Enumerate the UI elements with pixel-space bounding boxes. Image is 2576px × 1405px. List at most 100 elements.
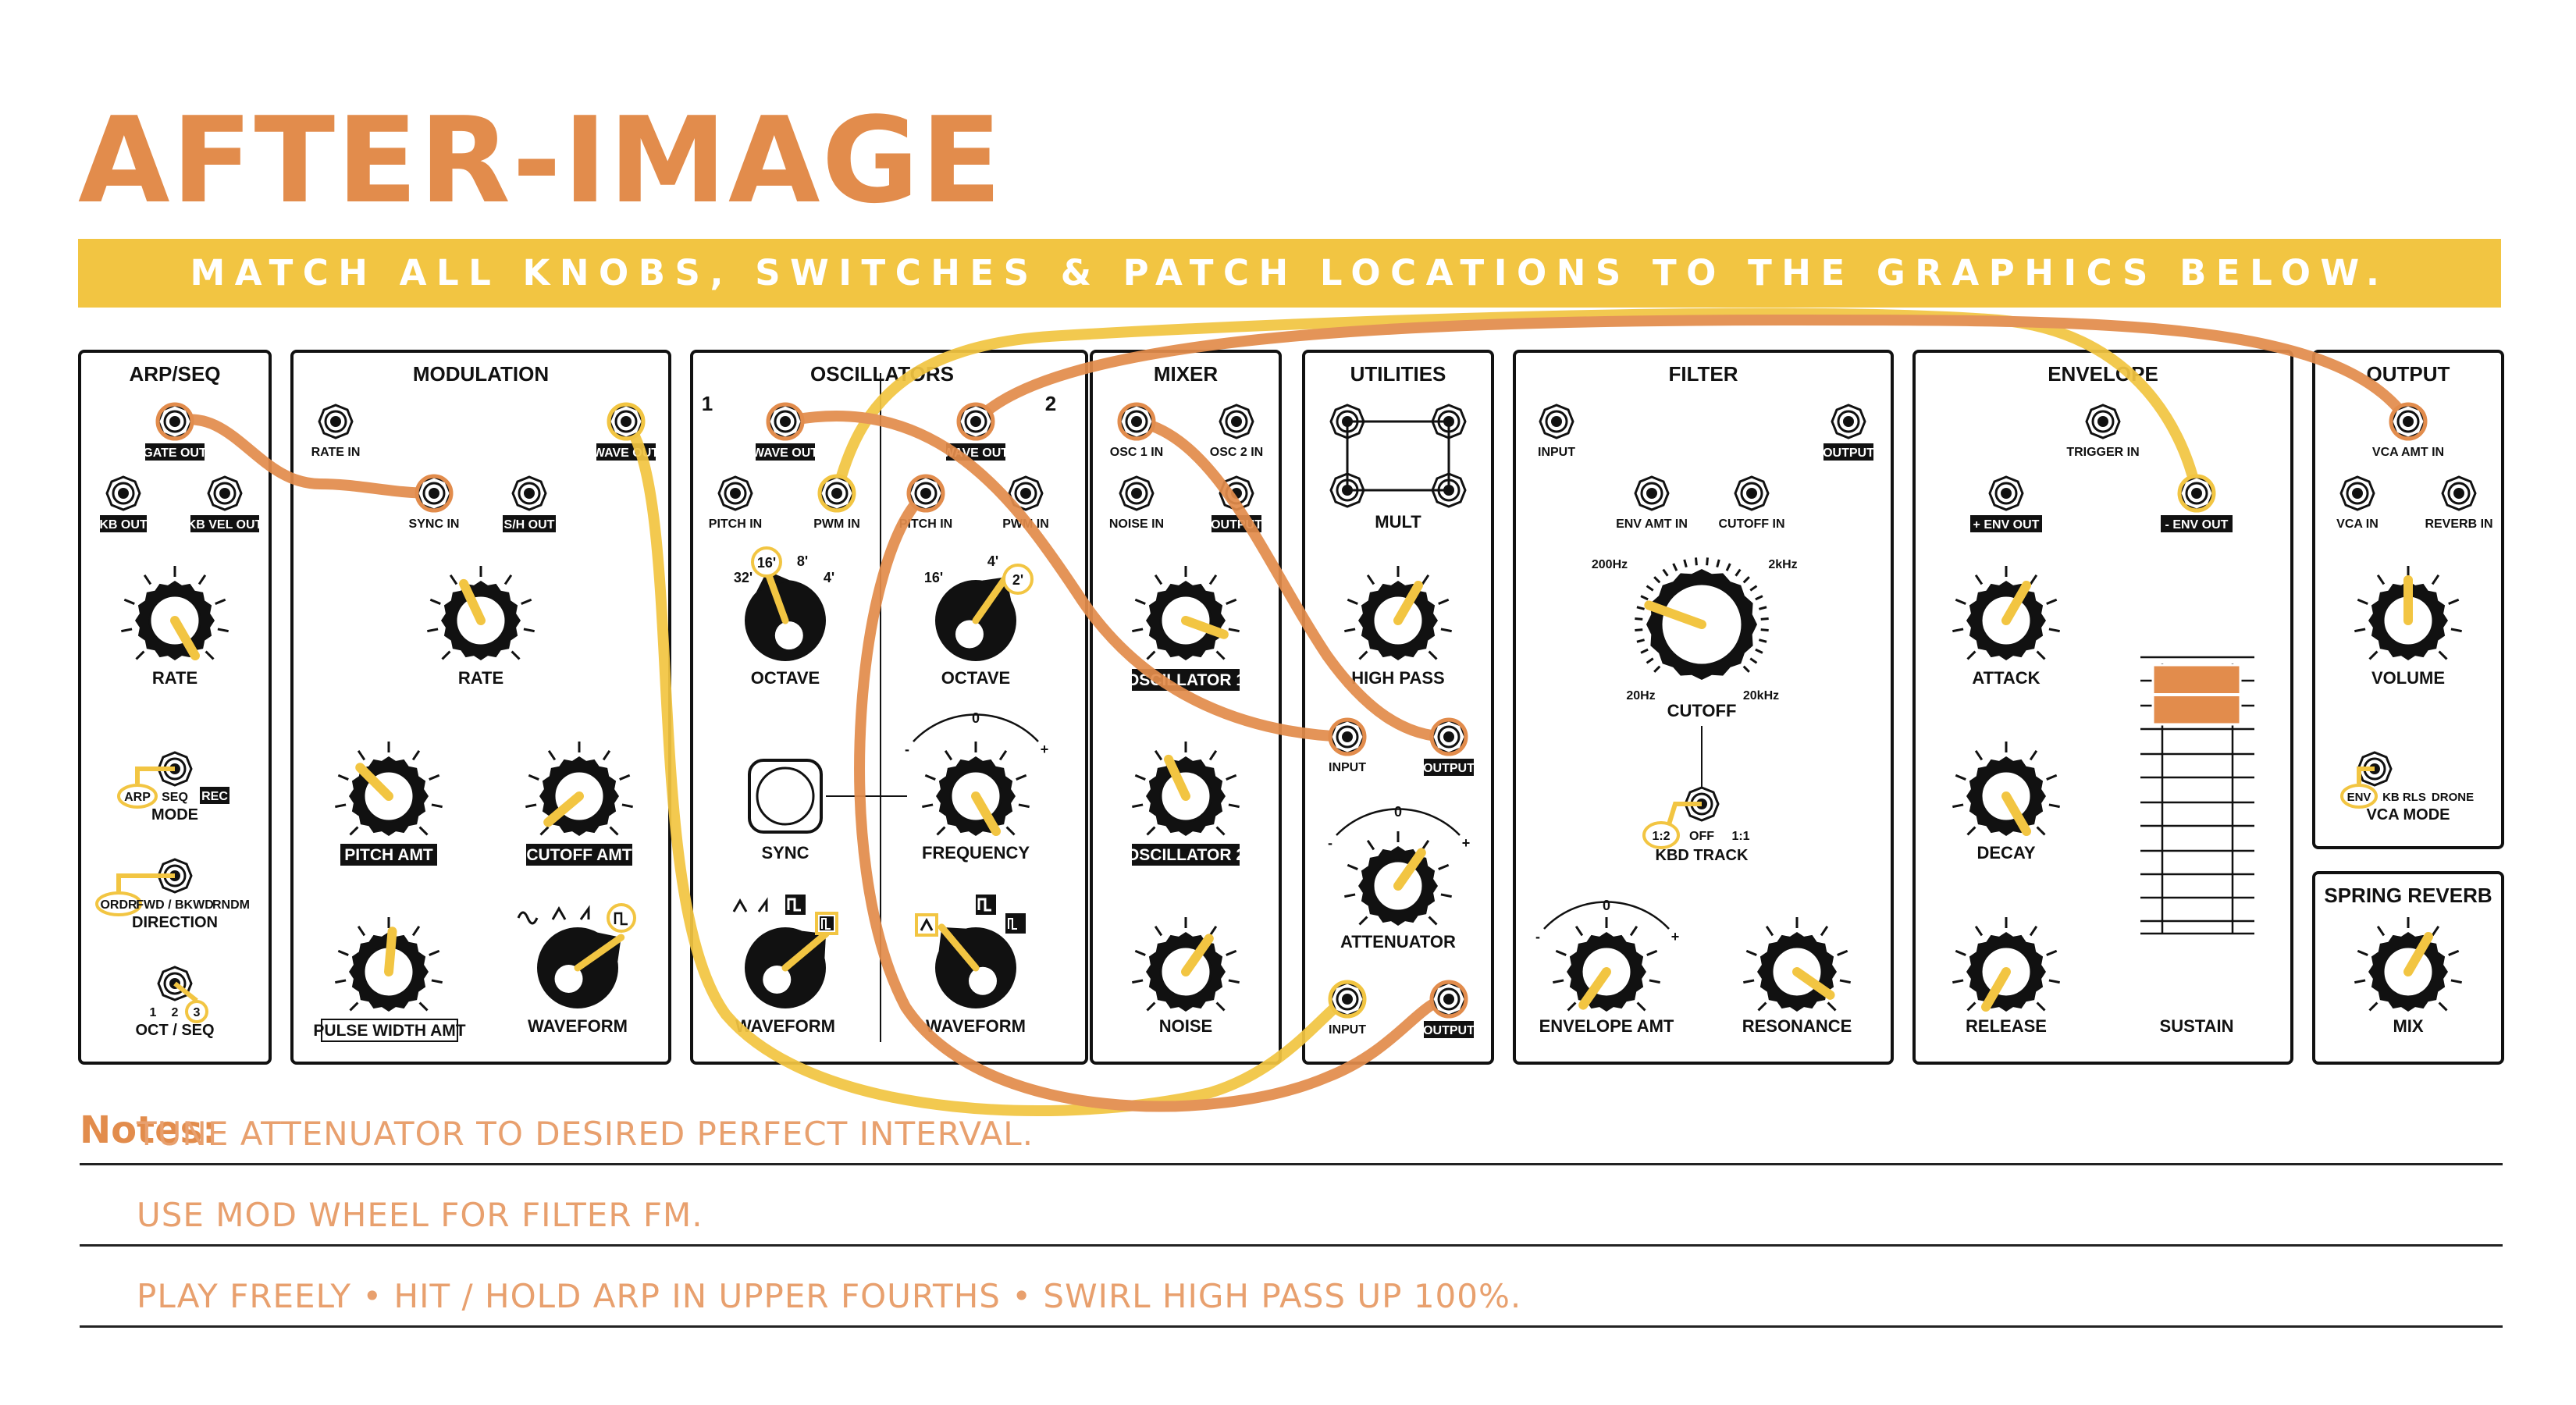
- arp-rate-knob[interactable]: [121, 566, 229, 661]
- oscillator2-knob[interactable]: [1132, 742, 1240, 836]
- knob-label-volume: VOLUME: [2371, 668, 2445, 688]
- label-trigger-in: TRIGGER IN: [2066, 446, 2139, 459]
- pitch-amt-knob[interactable]: [335, 742, 443, 836]
- switch-1-2: 1:2: [1652, 830, 1670, 843]
- sync-button[interactable]: [748, 759, 823, 834]
- jack-cutoff-in[interactable]: [1734, 475, 1770, 511]
- att-plus: +: [1462, 835, 1471, 851]
- knob-label-attack: ATTACK: [1972, 668, 2040, 688]
- knob-label-mod-rate: RATE: [458, 668, 503, 688]
- label-reverb-in: REVERB IN: [2425, 518, 2492, 531]
- decay-knob[interactable]: [1952, 742, 2060, 837]
- knob-label-cutoff: CUTOFF: [1667, 701, 1737, 720]
- release-knob[interactable]: [1952, 917, 2060, 1012]
- envamt-zero: 0: [1603, 898, 1610, 913]
- freq-minus: -: [905, 742, 909, 757]
- label-kb-vel-out: KB VEL OUT: [187, 518, 263, 532]
- oscillator1-knob[interactable]: [1132, 566, 1240, 660]
- resonance-knob[interactable]: [1743, 917, 1851, 1012]
- label-kb-out: KB OUT: [99, 518, 148, 532]
- jack-filter-input[interactable]: [1539, 404, 1574, 439]
- freq-zero: 0: [972, 710, 980, 726]
- osc2-waveform-knob[interactable]: [935, 923, 1016, 1008]
- saw-wave-icon: [579, 905, 590, 920]
- osc2-octave-knob[interactable]: [935, 573, 1016, 661]
- osc1-oct-4: 4': [824, 570, 834, 585]
- label-osc1-wave-out: WAVE OUT: [753, 446, 818, 460]
- notes-rule-2: [80, 1244, 2503, 1247]
- label-mod-wave-out: WAVE OUT: [593, 446, 659, 460]
- osc2-oct-2-highlight: 2': [1002, 564, 1034, 595]
- jack-plus-env-out[interactable]: [1988, 475, 2024, 511]
- knob-label-arp-rate: RATE: [152, 668, 197, 688]
- label-vca-in: VCA IN: [2336, 518, 2379, 531]
- switch-drone: DRONE: [2432, 791, 2474, 804]
- jack-filter-output[interactable]: [1831, 404, 1866, 439]
- switch-two: 2: [172, 1006, 179, 1019]
- knob-label-osc1-octave: OCTAVE: [751, 668, 820, 688]
- cutoff-amt-knob[interactable]: [525, 742, 633, 836]
- jack-osc2-in[interactable]: [1219, 404, 1254, 439]
- mix-knob[interactable]: [2354, 917, 2462, 1012]
- knob-label-pulse-width-amt: PULSE WIDTH AMT: [313, 1022, 465, 1040]
- knob-label-noise: NOISE: [1159, 1016, 1212, 1036]
- jack-env-amt-in[interactable]: [1634, 475, 1670, 511]
- osc1-oct-32: 32': [734, 570, 753, 585]
- switch-rec: REC: [201, 790, 228, 803]
- frequency-knob[interactable]: [922, 742, 1030, 837]
- osc1-number: 1: [702, 392, 713, 415]
- label-att-input: INPUT: [1329, 1023, 1366, 1037]
- jack-kb-vel-out[interactable]: [207, 475, 243, 511]
- mod-rate-knob[interactable]: [427, 566, 535, 660]
- label-hp-input: INPUT: [1329, 761, 1366, 774]
- jack-noise-in[interactable]: [1119, 475, 1155, 511]
- jack-trigger-in[interactable]: [2085, 404, 2121, 439]
- switch-ordr: ORDR: [100, 898, 137, 912]
- jack-sh-out[interactable]: [511, 475, 547, 511]
- osc1-oct-16-highlight: 16': [751, 546, 782, 578]
- label-osc1-in: OSC 1 IN: [1110, 446, 1163, 459]
- panel-title-modulation: MODULATION: [413, 362, 549, 386]
- noise-knob[interactable]: [1132, 917, 1240, 1012]
- filter-cutoff-knob[interactable]: [1635, 557, 1769, 680]
- jack-vca-in[interactable]: [2339, 475, 2375, 511]
- jack-rate-in[interactable]: [318, 404, 354, 439]
- knob-label-mix: MIX: [2393, 1016, 2423, 1036]
- switch-kbd-track: KBD TRACK: [1656, 847, 1749, 864]
- panel-title-arp-seq: ARP/SEQ: [129, 362, 220, 386]
- knob-label-cutoff-amt: CUTOFF AMT: [526, 846, 632, 864]
- switch-seq: SEQ: [162, 791, 188, 804]
- cable-pwm-to-minus-env: [831, 308, 2202, 499]
- jack-osc1-pitch-in[interactable]: [717, 475, 753, 511]
- knob-label-osc2-octave: OCTAVE: [941, 668, 1010, 688]
- high-pass-knob[interactable]: [1344, 566, 1452, 660]
- jack-kb-out[interactable]: [105, 475, 141, 511]
- panel-title-output: OUTPUT: [2367, 362, 2450, 386]
- osc1-octave-knob[interactable]: [745, 567, 826, 661]
- switch-three: 3: [194, 1006, 201, 1019]
- panel-title-utilities: UTILITIES: [1350, 362, 1446, 386]
- att-minus: -: [1328, 835, 1332, 851]
- switch-kb-rls: KB RLS: [2382, 791, 2426, 804]
- triangle-wave-icon: [551, 905, 567, 920]
- envamt-plus: +: [1671, 929, 1680, 944]
- switch-direction: DIRECTION: [132, 914, 218, 931]
- switch-env: ENV: [2347, 791, 2371, 804]
- knob-label-resonance: RESONANCE: [1742, 1016, 1852, 1036]
- mod-waveform-knob[interactable]: [537, 927, 625, 1008]
- envelope-amt-knob[interactable]: [1553, 917, 1660, 1012]
- volume-knob[interactable]: [2354, 566, 2462, 660]
- switch-1-1: 1:1: [1731, 830, 1749, 843]
- osc2-oct-16: 16': [924, 570, 943, 585]
- osc2-oct-2: 2': [1012, 572, 1023, 588]
- attenuator-knob[interactable]: [1344, 831, 1452, 926]
- pulse-width-amt-knob[interactable]: [335, 917, 443, 1012]
- osc1-waveform-knob[interactable]: [745, 927, 830, 1008]
- jack-reverb-in[interactable]: [2441, 475, 2477, 511]
- mod-wave-icons: [517, 903, 636, 933]
- label-hp-output: OUTPUT: [1423, 762, 1475, 775]
- attack-knob[interactable]: [1952, 566, 2060, 660]
- osc2-oct-4: 4': [987, 553, 998, 569]
- sustain-slider[interactable]: [2140, 656, 2254, 935]
- label-cutoff-in: CUTOFF IN: [1718, 518, 1784, 531]
